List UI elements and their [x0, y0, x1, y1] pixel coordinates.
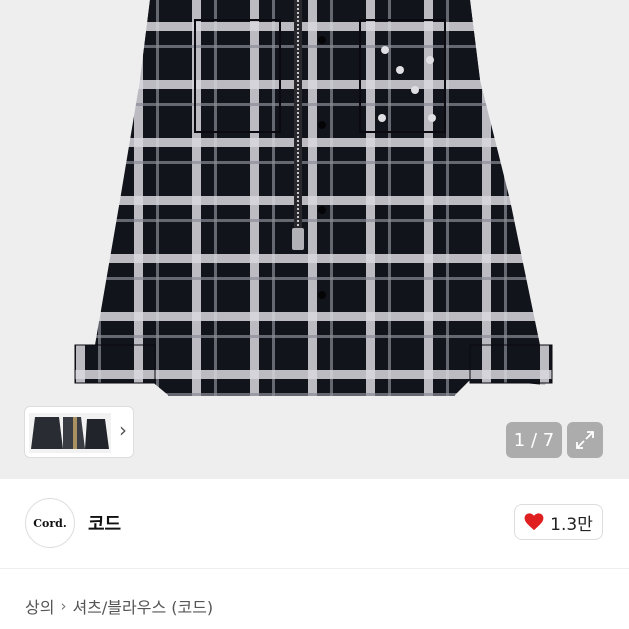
thumbnail-images [29, 413, 111, 453]
avatar-text: Cord. [33, 516, 67, 530]
like-count: 1.3만 [550, 514, 593, 535]
breadcrumb-subcategory[interactable]: 셔츠/블라우스 (코드) [72, 594, 213, 618]
seller-name[interactable]: 코드 [88, 510, 121, 536]
heart-icon [524, 513, 544, 531]
thumbnail-strip[interactable]: › [24, 406, 134, 458]
breadcrumb: 상의 › 셔츠/블라우스 (코드) [25, 594, 213, 618]
expand-icon [576, 431, 594, 449]
expand-button[interactable] [567, 422, 603, 458]
breadcrumb-category[interactable]: 상의 [25, 594, 54, 618]
image-counter: 1 / 7 [506, 422, 562, 458]
chevron-right-icon: › [60, 597, 67, 615]
seller-row: Cord. 코드 1.3만 [0, 479, 629, 569]
product-image-gallery[interactable]: › 1 / 7 [0, 0, 629, 479]
seller-avatar[interactable]: Cord. [25, 498, 75, 548]
like-button[interactable]: 1.3만 [514, 504, 603, 540]
chevron-right-icon: › [119, 418, 127, 442]
